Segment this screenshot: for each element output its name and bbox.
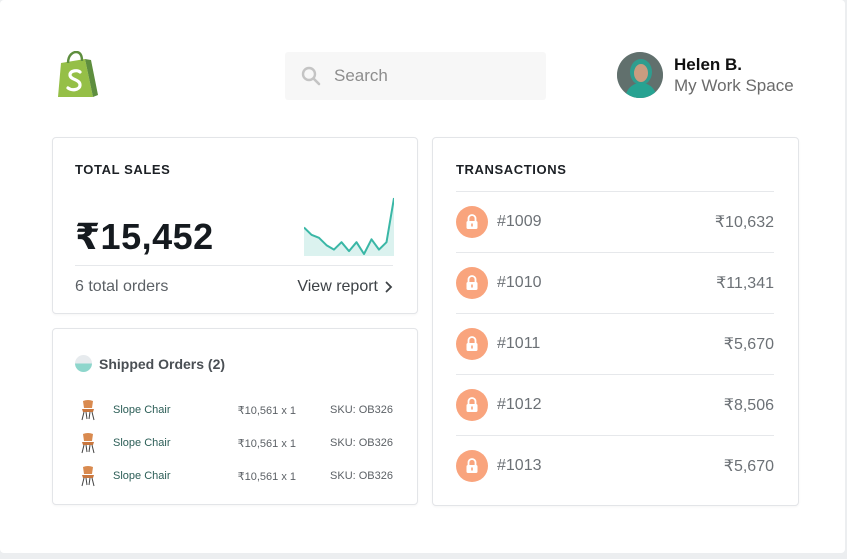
shipped-item-row[interactable]: Slope Chair ₹10,561 x 1 SKU: OB326	[79, 398, 393, 422]
search-input[interactable]	[332, 65, 526, 87]
product-price-qty: ₹10,561 x 1	[237, 404, 296, 417]
lock-icon	[456, 389, 488, 421]
divider	[75, 265, 393, 266]
total-sales-title: TOTAL SALES	[75, 162, 171, 177]
workspace-name: My Work Space	[674, 75, 794, 95]
transaction-row[interactable]: #1009 ₹10,632	[456, 191, 774, 252]
transaction-id: #1012	[497, 396, 542, 413]
avatar[interactable]	[617, 52, 663, 98]
transaction-amount: ₹5,670	[723, 336, 774, 353]
shipped-item-row[interactable]: Slope Chair ₹10,561 x 1 SKU: OB326	[79, 464, 393, 488]
chevron-right-icon	[385, 281, 393, 293]
transactions-card: TRANSACTIONS #1009 ₹10,632 #1010 ₹11,341	[432, 137, 799, 506]
view-report-label: View report	[297, 278, 378, 295]
shipped-status-icon	[75, 355, 92, 372]
transaction-amount: ₹11,341	[716, 275, 774, 292]
transaction-id: #1011	[497, 335, 541, 352]
transaction-row[interactable]: #1011 ₹5,670	[456, 313, 774, 374]
transaction-row[interactable]: #1013 ₹5,670	[456, 435, 774, 496]
lock-icon	[456, 206, 488, 238]
shipped-orders-card: Shipped Orders (2) Slope Chair ₹10,561 x…	[52, 328, 418, 505]
chair-icon	[79, 465, 97, 487]
transaction-amount: ₹10,632	[714, 214, 774, 231]
transaction-row[interactable]: #1012 ₹8,506	[456, 374, 774, 435]
search-bar[interactable]	[285, 52, 546, 100]
view-report-link[interactable]: View report	[297, 278, 393, 296]
dashboard-panel: Helen B. My Work Space TOTAL SALES ₹15,4…	[0, 0, 845, 553]
transaction-id: #1009	[497, 213, 542, 230]
lock-icon	[456, 450, 488, 482]
shipped-item-row[interactable]: Slope Chair ₹10,561 x 1 SKU: OB326	[79, 431, 393, 455]
transaction-amount: ₹8,506	[723, 397, 774, 414]
search-icon	[301, 66, 321, 86]
product-sku: SKU: OB326	[330, 404, 393, 416]
total-sales-card: TOTAL SALES ₹15,452 6 total orders View …	[52, 137, 418, 314]
user-name: Helen B.	[674, 54, 743, 74]
transaction-amount: ₹5,670	[723, 458, 774, 475]
total-sales-value: ₹15,452	[75, 216, 214, 257]
total-orders-count: 6 total orders	[75, 278, 169, 295]
transaction-id: #1010	[497, 274, 542, 291]
transactions-list: #1009 ₹10,632 #1010 ₹11,341 #1011 ₹5,670	[456, 191, 774, 496]
lock-icon	[456, 267, 488, 299]
lock-icon	[456, 328, 488, 360]
chair-icon	[79, 399, 97, 421]
product-price-qty: ₹10,561 x 1	[237, 437, 296, 450]
shopify-logo[interactable]	[55, 50, 99, 99]
sales-sparkline	[304, 197, 394, 256]
product-sku: SKU: OB326	[330, 470, 393, 482]
user-profile[interactable]: Helen B. My Work Space	[617, 52, 794, 98]
product-price-qty: ₹10,561 x 1	[237, 470, 296, 483]
product-sku: SKU: OB326	[330, 437, 393, 449]
transaction-id: #1013	[497, 457, 542, 474]
transaction-row[interactable]: #1010 ₹11,341	[456, 252, 774, 313]
transactions-title: TRANSACTIONS	[456, 162, 567, 177]
shipped-orders-label: Shipped Orders (2)	[99, 355, 226, 372]
chair-icon	[79, 432, 97, 454]
